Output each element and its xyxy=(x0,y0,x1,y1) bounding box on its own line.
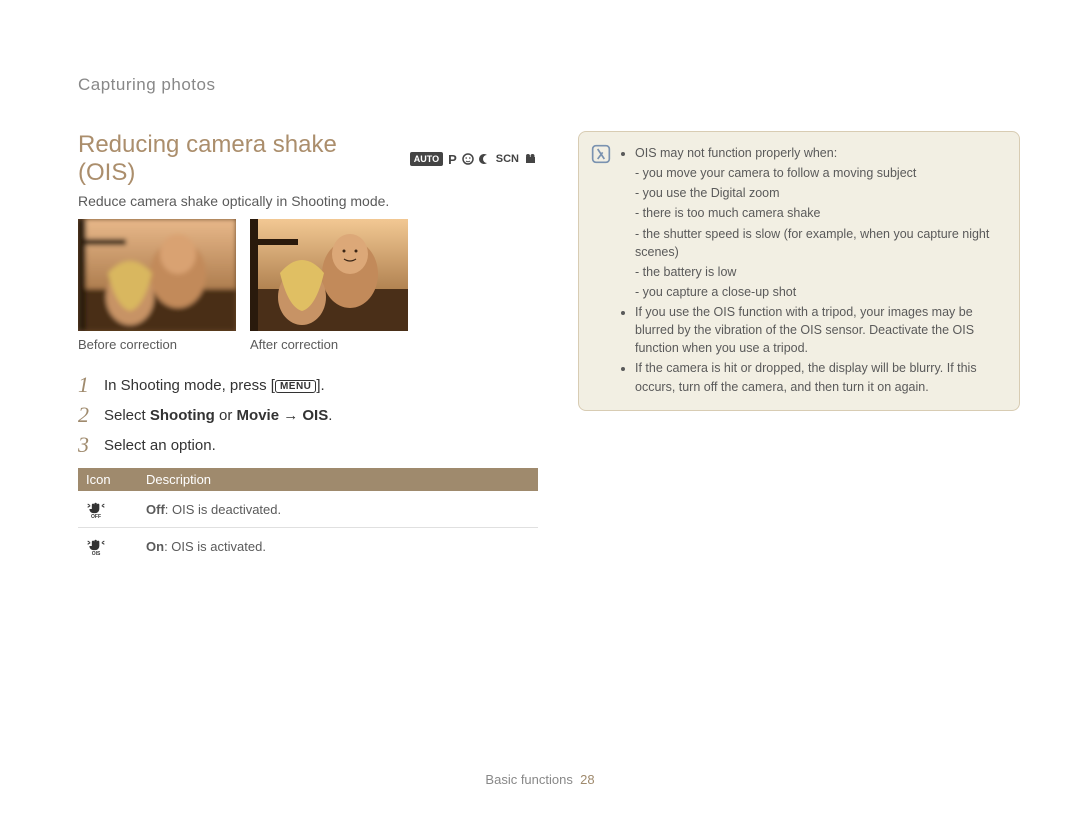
section-subhead: Reduce camera shake optically in Shootin… xyxy=(78,193,538,209)
step-number: 1 xyxy=(78,374,94,396)
note-item: you capture a close-up shot xyxy=(635,283,1003,301)
note-lead: OIS may not function properly when: xyxy=(635,144,1003,162)
mode-p-icon: P xyxy=(448,152,457,167)
note-item: you move your camera to follow a moving … xyxy=(635,164,1003,182)
note-item: If the camera is hit or dropped, the dis… xyxy=(635,359,1003,395)
column-header-icon: Icon xyxy=(78,468,138,491)
column-header-description: Description xyxy=(138,468,538,491)
table-row: OFF Off: OIS is deactivated. xyxy=(78,491,538,528)
note-icon xyxy=(591,144,611,164)
note-item: there is too much camera shake xyxy=(635,204,1003,222)
note-item: If you use the OIS function with a tripo… xyxy=(635,303,1003,357)
after-caption: After correction xyxy=(250,337,408,352)
mode-auto-icon: AUTO xyxy=(410,152,443,166)
mode-scn-icon: SCN xyxy=(496,153,519,165)
step-2: 2 Select Shooting or Movie → OIS. xyxy=(78,404,538,426)
mode-icons: AUTO P SCN xyxy=(410,152,538,167)
chapter-title: Capturing photos xyxy=(78,75,1020,95)
before-caption: Before correction xyxy=(78,337,236,352)
table-row: OIS On: OIS is activated. xyxy=(78,528,538,565)
menu-button-icon: MENU xyxy=(275,380,316,393)
step-number: 3 xyxy=(78,434,94,456)
before-image xyxy=(78,219,236,331)
svg-text:OFF: OFF xyxy=(91,514,101,519)
step-3: 3 Select an option. xyxy=(78,434,538,456)
section-heading: Reducing camera shake (OIS) xyxy=(78,131,396,187)
note-item: the shutter speed is slow (for example, … xyxy=(635,225,1003,261)
note-item: the battery is low xyxy=(635,263,1003,281)
ois-on-icon: OIS xyxy=(86,536,106,556)
step-number: 2 xyxy=(78,404,94,426)
page-footer: Basic functions 28 xyxy=(0,772,1080,787)
ois-off-icon: OFF xyxy=(86,499,106,519)
svg-text:OIS: OIS xyxy=(92,551,101,556)
page-number: 28 xyxy=(580,772,594,787)
note-item: you use the Digital zoom xyxy=(635,184,1003,202)
mode-moon-icon xyxy=(479,153,491,165)
mode-face-icon xyxy=(462,153,474,165)
note-box: OIS may not function properly when: you … xyxy=(578,131,1020,411)
options-table: Icon Description OFF Off: OIS is deactiv… xyxy=(78,468,538,564)
after-image xyxy=(250,219,408,331)
step-1: 1 In Shooting mode, press [MENU]. xyxy=(78,374,538,396)
mode-film-icon xyxy=(524,153,538,165)
